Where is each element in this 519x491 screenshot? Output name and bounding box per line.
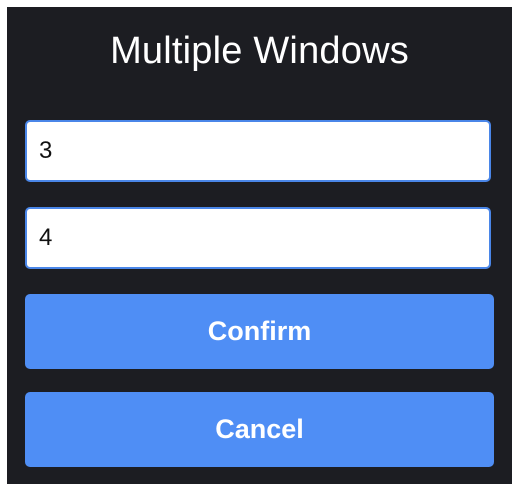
confirm-button[interactable]: Confirm	[25, 294, 494, 369]
dialog-title: Multiple Windows	[110, 30, 409, 72]
cancel-button[interactable]: Cancel	[25, 392, 494, 467]
multiple-windows-dialog: Multiple Windows Confirm Cancel	[7, 7, 512, 484]
second-number-input[interactable]	[25, 207, 491, 269]
first-number-input[interactable]	[25, 120, 491, 182]
